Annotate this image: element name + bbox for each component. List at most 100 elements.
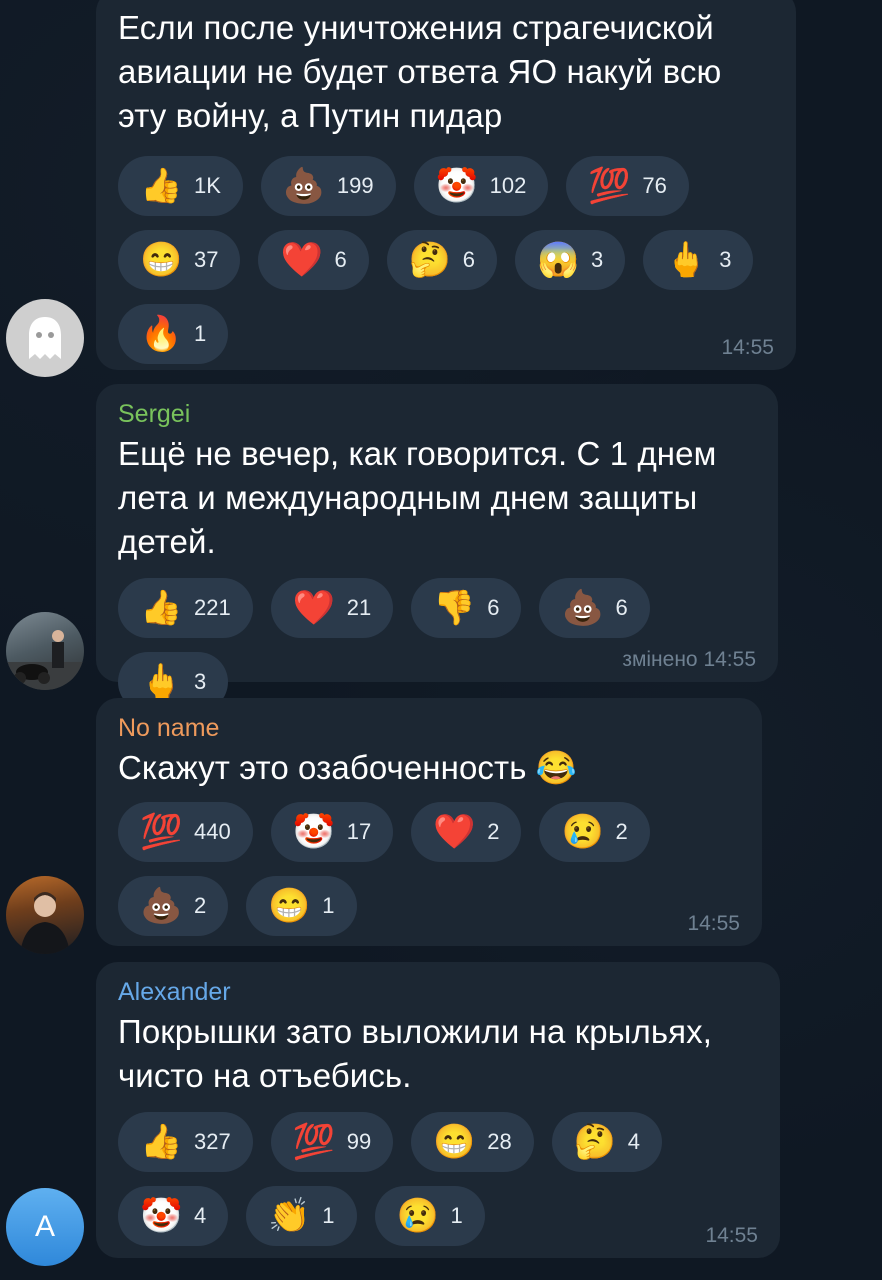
reaction-chip[interactable]: 🤡 17 (270, 802, 394, 862)
reaction-chip[interactable]: 😁 28 (411, 1112, 534, 1172)
reactions-row: 👍 327 💯 99 😁 28 🤔 4 🤡 4 👏 1 😢 1 (118, 1112, 758, 1246)
reaction-emoji-icon: ❤️ (280, 241, 323, 279)
ghost-icon (29, 317, 61, 359)
reaction-chip[interactable]: ❤️ 21 (270, 578, 394, 638)
reaction-chip[interactable]: 💯 76 (566, 156, 689, 216)
reaction-emoji-icon: 😁 (433, 1123, 476, 1161)
reaction-emoji-icon: 😱 (536, 241, 580, 279)
reaction-emoji-icon: 🤔 (408, 241, 452, 279)
reaction-emoji-icon: 😢 (561, 813, 604, 851)
reaction-chip[interactable]: 👏 1 (246, 1186, 357, 1246)
reaction-count: 6 (615, 595, 628, 620)
message-bubble[interactable]: No name Скажут это озабоченность 😂 💯 440 🤡… (96, 698, 762, 946)
sender-name[interactable]: No name (118, 712, 740, 744)
message-line: эту войну, а Путин пидар (118, 97, 503, 134)
message-text: Ещё не вечер, как говорится. С 1 днем ле… (118, 432, 756, 564)
reaction-chip[interactable]: 👍 1K (118, 156, 243, 216)
reactions-row: 👍 1K 💩 199 🤡 102 💯 76 😁 37 ❤️ 6 🤔 6 😱 3 🖕 3 🔥 1 (118, 156, 774, 364)
message-text: Скажут это озабоченность 😂 (118, 746, 740, 790)
reaction-emoji-icon: 😁 (140, 241, 183, 279)
message-bubble[interactable]: Если после уничтожения страгечиской авиа… (96, 0, 796, 370)
reaction-count: 1 (322, 893, 335, 918)
reaction-chip[interactable]: 👎 6 (411, 578, 522, 638)
reaction-emoji-icon: 👎 (433, 589, 476, 627)
message-line: детей. (118, 523, 216, 560)
avatar[interactable] (6, 612, 84, 690)
message-bubble[interactable]: Alexander Покрышки зато выложили на крыл… (96, 962, 780, 1258)
reaction-chip[interactable]: 🤔 4 (551, 1112, 662, 1172)
reaction-count: 221 (194, 595, 231, 620)
reaction-chip[interactable]: 🤔 6 (386, 230, 497, 290)
reaction-chip[interactable]: 💩 6 (539, 578, 650, 638)
reactions-row: 👍 221 ❤️ 21 👎 6 💩 6 🖕 3 (118, 578, 756, 712)
reaction-emoji-icon: ❤️ (292, 589, 336, 627)
reaction-emoji-icon: 🔥 (140, 315, 183, 353)
reaction-chip[interactable]: ❤️ 2 (411, 802, 522, 862)
reaction-chip[interactable]: 🤡 102 (413, 156, 549, 216)
reaction-emoji-icon: 👍 (140, 589, 183, 627)
reactions-row: 💯 440 🤡 17 ❤️ 2 😢 2 💩 2 😁 1 (118, 802, 740, 936)
reaction-count: 1 (194, 321, 207, 346)
reaction-emoji-icon: 🤡 (292, 813, 336, 851)
sender-name[interactable]: Sergei (118, 398, 756, 430)
reaction-chip[interactable]: 💩 2 (118, 876, 229, 936)
reaction-chip[interactable]: 🔥 1 (118, 304, 229, 364)
reaction-emoji-icon: 💩 (140, 887, 183, 925)
reaction-chip[interactable]: 🖕 3 (643, 230, 754, 290)
reaction-emoji-icon: 🖕 (140, 663, 183, 701)
message-text: Покрышки зато выложили на крыльях, чисто… (118, 1010, 758, 1098)
reaction-chip[interactable]: 😱 3 (514, 230, 626, 290)
reaction-emoji-icon: 💩 (561, 589, 604, 627)
avatar[interactable] (6, 299, 84, 377)
reaction-count: 4 (194, 1203, 207, 1228)
reaction-chip[interactable]: ❤️ 6 (258, 230, 369, 290)
reaction-chip[interactable]: 💩 199 (260, 156, 396, 216)
message-line: Если после уничтожения страгечиской (118, 9, 714, 46)
reaction-count: 440 (194, 819, 231, 844)
message-line: Покрышки зато выложили на крыльях, (118, 1013, 712, 1050)
reaction-chip[interactable]: 🤡 4 (118, 1186, 229, 1246)
message-time: 14:55 (687, 912, 740, 935)
message-line: лета и международным днем защиты (118, 479, 698, 516)
message-line: авиации не будет ответа ЯО накуй всю (118, 53, 722, 90)
reaction-chip[interactable]: 👍 327 (118, 1112, 253, 1172)
reaction-count: 28 (487, 1129, 512, 1154)
reaction-chip[interactable]: 👍 221 (118, 578, 253, 638)
reaction-chip[interactable]: 💯 440 (118, 802, 253, 862)
reaction-emoji-icon: 👍 (140, 167, 183, 205)
reaction-count: 2 (615, 819, 628, 844)
reaction-count: 99 (346, 1129, 372, 1154)
avatar[interactable] (6, 876, 84, 954)
reaction-emoji-icon: 💩 (282, 167, 326, 205)
reaction-count: 37 (194, 247, 219, 272)
reaction-count: 21 (346, 595, 372, 620)
user-photo (20, 892, 70, 954)
reaction-count: 2 (194, 893, 207, 918)
message-bubble[interactable]: Sergei Ещё не вечер, как говорится. С 1 … (96, 384, 778, 712)
message-time: змінено 14:55 (622, 648, 756, 671)
reaction-count: 3 (719, 247, 732, 272)
reaction-count: 4 (627, 1129, 640, 1154)
message-line: чисто на отъебись. (118, 1057, 412, 1094)
avatar[interactable]: A (6, 1188, 84, 1266)
sender-name[interactable]: Alexander (118, 976, 758, 1008)
reaction-count: 6 (462, 247, 475, 272)
reaction-chip[interactable]: 💯 99 (270, 1112, 394, 1172)
reaction-chip[interactable]: 😢 2 (539, 802, 650, 862)
message-time: 14:55 (721, 336, 774, 359)
reaction-chip[interactable]: 😢 1 (374, 1186, 485, 1246)
reaction-count: 76 (642, 173, 667, 198)
reaction-emoji-icon: 💯 (140, 813, 183, 851)
reaction-chip[interactable]: 😁 37 (118, 230, 241, 290)
message-line: Ещё не вечер, как говорится. С 1 днем (118, 435, 717, 472)
reaction-emoji-icon: 🤡 (140, 1197, 183, 1235)
message-line: Скажут это озабоченность 😂 (118, 749, 577, 786)
reaction-count: 1 (322, 1203, 335, 1228)
chat-view: Если после уничтожения страгечиской авиа… (0, 0, 882, 1280)
reaction-emoji-icon: 🤡 (435, 167, 478, 205)
reaction-count: 1 (450, 1203, 463, 1228)
reaction-emoji-icon: 😢 (396, 1197, 439, 1235)
message-text: Если после уничтожения страгечиской авиа… (118, 6, 774, 138)
reaction-count: 327 (194, 1129, 231, 1154)
reaction-chip[interactable]: 😁 1 (246, 876, 357, 936)
